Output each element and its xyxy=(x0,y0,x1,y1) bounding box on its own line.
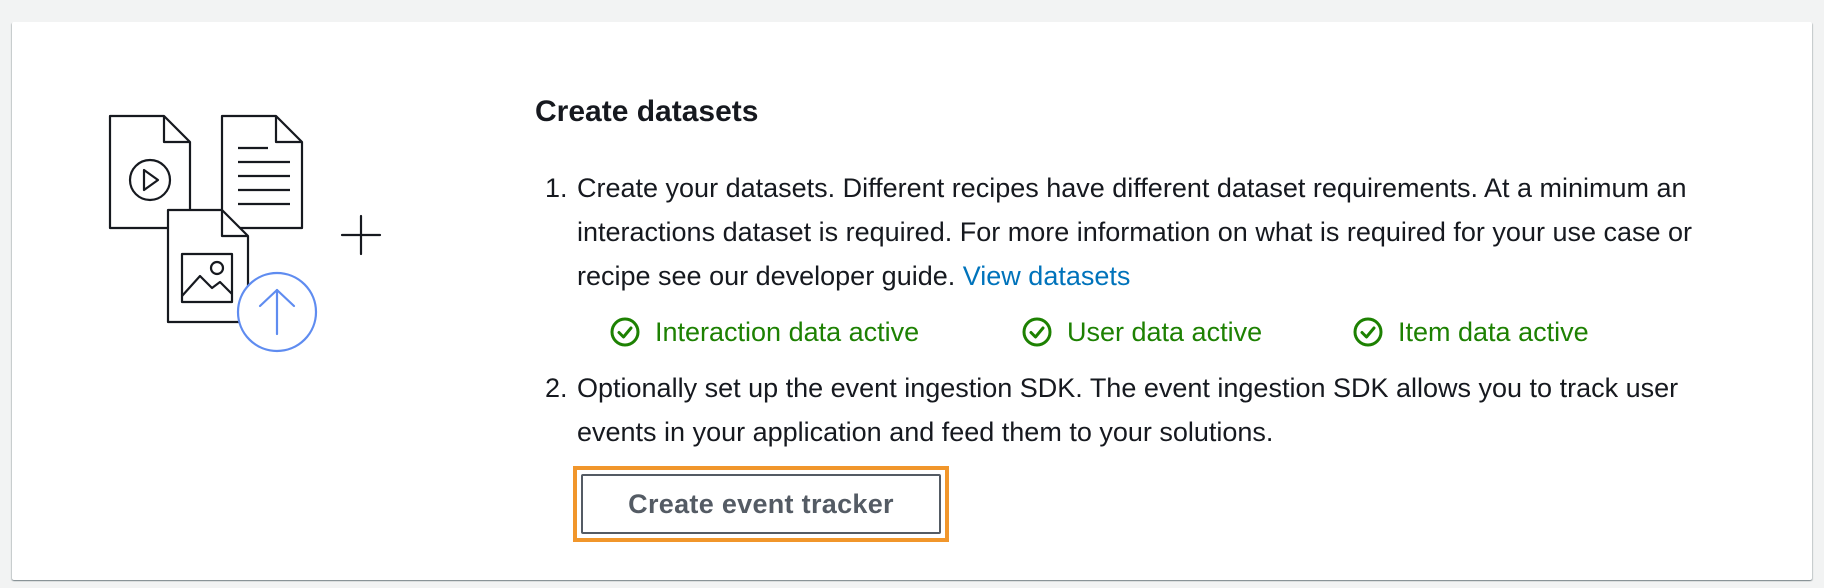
steps-list: Create your datasets. Different recipes … xyxy=(535,166,1735,542)
step-event-ingestion: Optionally set up the event ingestion SD… xyxy=(573,366,1735,542)
section-title: Create datasets xyxy=(535,95,759,128)
text-document-icon xyxy=(220,114,304,230)
create-datasets-card: Create datasets Create your datasets. Di… xyxy=(12,22,1812,580)
upload-icon xyxy=(236,271,318,353)
check-circle-icon xyxy=(1353,317,1383,347)
datasets-illustration xyxy=(94,104,394,364)
create-event-tracker-button[interactable]: Create event tracker xyxy=(581,474,941,534)
step-1-text: Create your datasets. Different recipes … xyxy=(577,173,1693,291)
dataset-status-row: Interaction data active User data active xyxy=(609,312,1735,352)
instructions-panel: Create datasets Create your datasets. Di… xyxy=(535,84,1735,542)
step-create-datasets: Create your datasets. Different recipes … xyxy=(575,166,1735,352)
check-circle-icon xyxy=(1022,317,1052,347)
view-datasets-link[interactable]: View datasets xyxy=(963,261,1131,291)
status-item-data: Item data active xyxy=(1352,312,1589,352)
check-circle-icon xyxy=(610,317,640,347)
plus-icon xyxy=(340,214,382,256)
status-label: Interaction data active xyxy=(655,317,920,347)
status-label: Item data active xyxy=(1398,317,1589,347)
step-2-text: Optionally set up the event ingestion SD… xyxy=(577,373,1679,447)
status-interaction-data: Interaction data active xyxy=(609,312,1021,352)
status-label: User data active xyxy=(1067,317,1263,347)
button-focus-highlight: Create event tracker xyxy=(573,466,949,542)
status-user-data: User data active xyxy=(1021,312,1352,352)
image-document-icon xyxy=(166,208,250,324)
